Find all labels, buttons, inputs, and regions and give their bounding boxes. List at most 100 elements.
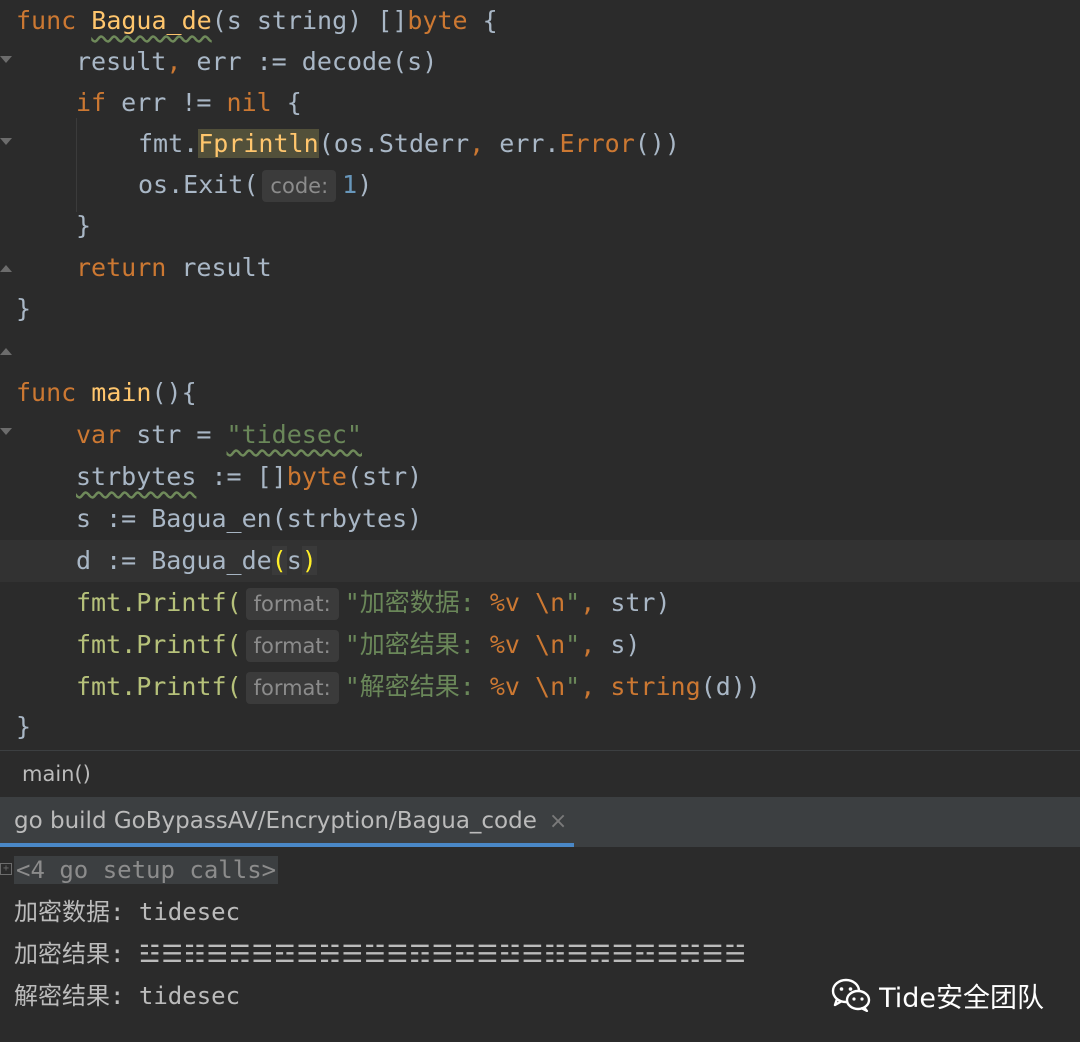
keyword: func xyxy=(16,6,77,35)
code-text: := [] xyxy=(196,462,287,491)
keyword: string xyxy=(610,672,701,701)
code-text: str) xyxy=(595,588,671,617)
code-text: s := Bagua_en(strbytes) xyxy=(76,504,423,533)
format-verb: %v xyxy=(489,630,520,659)
code-text: (str) xyxy=(346,462,423,491)
code-line[interactable]: return result xyxy=(0,247,1080,289)
function-name: Bagua_de xyxy=(91,6,212,35)
function-call-highlighted: Fprintln xyxy=(198,129,319,158)
run-tool-window-tabs: go build GoBypassAV/Encryption/Bagua_cod… xyxy=(0,797,1080,847)
code-text: fmt.Printf( xyxy=(76,630,242,659)
code-text: fmt.Printf( xyxy=(76,672,242,701)
string-literal: "解密结果: xyxy=(344,672,490,701)
run-tab-label: go build GoBypassAV/Encryption/Bagua_cod… xyxy=(14,808,537,834)
code-text: ) xyxy=(357,170,373,199)
string-literal: "加密结果: xyxy=(344,630,490,659)
code-text: s) xyxy=(595,630,641,659)
code-text: , xyxy=(580,630,596,659)
code-line[interactable]: strbytes := []byte(str) xyxy=(0,456,1080,498)
code-text: , xyxy=(580,672,596,701)
console-line: 加密数据: tidesec xyxy=(14,898,241,926)
code-line[interactable]: } xyxy=(0,205,1080,272)
code-text: } xyxy=(16,294,32,323)
number-literal: 1 xyxy=(342,170,358,199)
code-text: } xyxy=(16,712,32,741)
code-text: err. xyxy=(484,129,560,158)
code-line[interactable]: fmt.Fprintln(os.Stderr, err.Error()) xyxy=(0,123,1080,165)
code-line[interactable]: os.Exit(code: 1) xyxy=(0,164,1080,206)
code-line[interactable]: } xyxy=(0,288,1080,355)
keyword: func xyxy=(16,378,77,407)
code-text: { xyxy=(467,6,498,35)
collapsed-setup-calls[interactable]: <4 go setup calls> xyxy=(14,856,279,884)
escape-sequence: \n xyxy=(519,672,566,701)
format-verb: %v xyxy=(489,672,520,701)
code-text: (os.Stderr xyxy=(318,129,470,158)
code-text: fmt.Printf( xyxy=(76,588,242,617)
console-line: 解密结果: tidesec xyxy=(14,982,241,1010)
code-line[interactable]: func main(){ xyxy=(0,372,1080,435)
code-text: s xyxy=(286,546,302,575)
method-name: Error xyxy=(559,129,635,158)
close-icon[interactable]: × xyxy=(549,809,567,834)
code-line[interactable]: fmt.Printf(format: "解密结果: %v \n", string(… xyxy=(0,666,1080,708)
string-literal: " xyxy=(565,588,581,617)
fold-icon[interactable] xyxy=(0,330,12,355)
code-line[interactable]: fmt.Printf(format: "加密结果: %v \n", s) xyxy=(0,624,1080,666)
function-name: main xyxy=(91,378,152,407)
parameter-hint: format: xyxy=(245,630,339,662)
expand-icon[interactable]: + xyxy=(0,863,12,875)
console-text: 加密结果: xyxy=(14,940,139,968)
breadcrumb[interactable]: main() xyxy=(0,750,1080,797)
code-text: d := Bagua_de xyxy=(76,546,272,575)
code-text: str = xyxy=(121,420,227,449)
keyword: return xyxy=(76,253,167,282)
code-editor[interactable]: func Bagua_de(s string) []byte { result,… xyxy=(0,0,1080,773)
keyword: nil xyxy=(226,88,272,117)
run-tab[interactable]: go build GoBypassAV/Encryption/Bagua_cod… xyxy=(0,797,574,847)
format-verb: %v xyxy=(489,588,520,617)
console-line: 加密结果: ☳☰☷☰☴☰☲☰☵☰☱☰☶☰☲☰☳☰☷☰☴☰☲☰☵☰☱ xyxy=(14,933,747,975)
code-text: , xyxy=(166,47,182,76)
code-text: , xyxy=(580,588,596,617)
code-text: result xyxy=(166,253,272,282)
keyword: byte xyxy=(286,462,347,491)
keyword: byte xyxy=(407,6,468,35)
console-encoded-value: ☳☰☷☰☴☰☲☰☵☰☱☰☶☰☲☰☳☰☷☰☴☰☲☰☵☰☱ xyxy=(138,940,747,968)
wechat-icon xyxy=(831,978,871,1012)
paren-match: ( xyxy=(271,546,287,575)
string-literal: "加密数据: xyxy=(344,588,490,617)
code-text: err != xyxy=(106,88,227,117)
code-line[interactable]: } xyxy=(0,706,1080,773)
code-text: } xyxy=(76,211,92,240)
watermark-text: Tide安全团队 xyxy=(879,982,1044,1014)
code-line[interactable]: var str = "tidesec" xyxy=(0,414,1080,456)
code-text: (d)) xyxy=(700,672,761,701)
paren-match: ) xyxy=(301,546,317,575)
breadcrumb-item[interactable]: main() xyxy=(22,751,91,797)
string-literal: " xyxy=(565,630,581,659)
escape-sequence: \n xyxy=(519,588,566,617)
watermark: Tide安全团队 xyxy=(831,975,1044,1015)
code-line[interactable]: s := Bagua_en(strbytes) xyxy=(0,498,1080,540)
parameter-hint: code: xyxy=(262,170,337,202)
console-line: <4 go setup calls> xyxy=(14,849,279,891)
code-line[interactable]: fmt.Printf(format: "加密数据: %v \n", str) xyxy=(0,582,1080,624)
code-text: , xyxy=(469,129,485,158)
code-text: os.Exit( xyxy=(138,170,259,199)
code-line[interactable]: func Bagua_de(s string) []byte { xyxy=(0,0,1080,63)
parameter-hint: format: xyxy=(245,588,339,620)
code-text: strbytes xyxy=(76,462,197,491)
code-text: { xyxy=(271,88,302,117)
code-line[interactable]: result, err := decode(s) xyxy=(0,41,1080,83)
code-text: result xyxy=(76,47,167,76)
escape-sequence: \n xyxy=(519,630,566,659)
code-text: ()) xyxy=(634,129,680,158)
code-text: (){ xyxy=(151,378,197,407)
keyword: var xyxy=(76,420,122,449)
parameter-hint: format: xyxy=(245,672,339,704)
code-line-current[interactable]: d := Bagua_de(s) xyxy=(0,540,1080,582)
code-text: fmt. xyxy=(138,129,199,158)
code-line[interactable]: if err != nil { xyxy=(0,82,1080,145)
code-text: err := decode(s) xyxy=(181,47,438,76)
